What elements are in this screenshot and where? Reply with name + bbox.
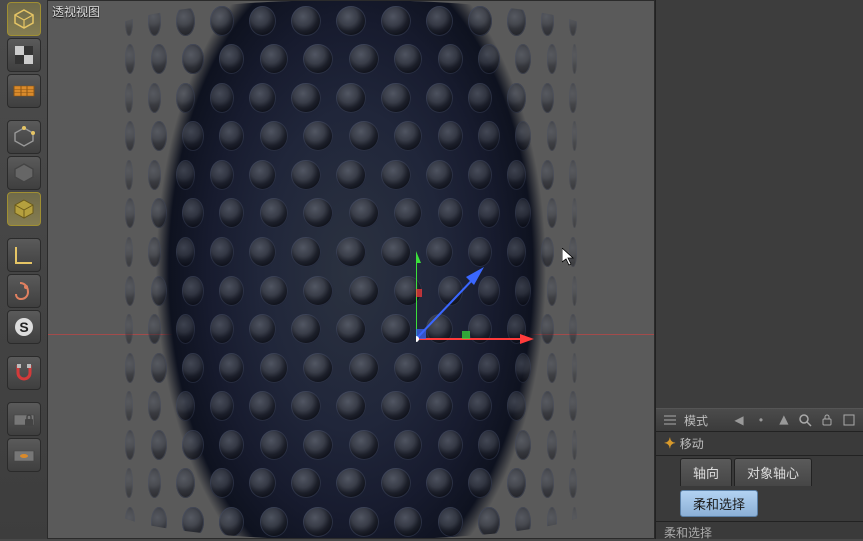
- tool-spline-s[interactable]: S: [7, 310, 41, 344]
- mesh-cylinder: [111, 1, 591, 538]
- tool-points[interactable]: [7, 120, 41, 154]
- attribute-section-row: 柔和选择: [656, 486, 863, 521]
- nav-dot-icon[interactable]: •: [753, 412, 769, 428]
- section-soft-selection[interactable]: 柔和选择: [680, 490, 758, 517]
- lock-icon[interactable]: [819, 412, 835, 428]
- new-window-icon[interactable]: [841, 412, 857, 428]
- nav-back-icon[interactable]: ◀: [731, 412, 747, 428]
- nav-up-icon[interactable]: ▶: [775, 412, 791, 428]
- tool-model[interactable]: [7, 2, 41, 36]
- footer-label: 柔和选择: [664, 526, 712, 540]
- object-manager[interactable]: [656, 0, 863, 408]
- viewport-perspective[interactable]: 透视视图: [47, 0, 655, 539]
- plus-icon: ✦: [664, 435, 676, 452]
- viewport-label: 透视视图: [52, 3, 100, 20]
- attributes-mode-label[interactable]: 模式: [684, 412, 708, 429]
- right-panel: 模式 ◀ • ▶ ✦ 移动 轴向 对象轴心 柔和选择 柔和选择: [655, 0, 863, 539]
- attribute-title: 移动: [680, 435, 704, 452]
- tool-texture[interactable]: [7, 38, 41, 72]
- tool-edges[interactable]: [7, 156, 41, 190]
- tool-workplane-lock[interactable]: [7, 402, 41, 436]
- tab-axis[interactable]: 轴向: [680, 458, 732, 486]
- tab-object-axis[interactable]: 对象轴心: [734, 458, 812, 486]
- tool-workplane-grid[interactable]: [7, 74, 41, 108]
- svg-text:S: S: [19, 319, 28, 335]
- tool-tweak[interactable]: [7, 274, 41, 308]
- tool-snap[interactable]: [7, 356, 41, 390]
- search-icon[interactable]: [797, 412, 813, 428]
- tool-axis[interactable]: [7, 238, 41, 272]
- attribute-title-row: ✦ 移动: [656, 432, 863, 456]
- tool-polygons[interactable]: [7, 192, 41, 226]
- render-canvas: [48, 1, 654, 538]
- mouse-cursor-icon: [562, 248, 576, 266]
- attribute-tabs: 轴向 对象轴心: [656, 456, 863, 486]
- tool-workplane[interactable]: [7, 438, 41, 472]
- left-toolbar: S: [0, 0, 47, 539]
- attributes-header: 模式 ◀ • ▶: [656, 408, 863, 432]
- attribute-footer: 柔和选择: [656, 521, 863, 539]
- menu-icon[interactable]: [662, 412, 678, 428]
